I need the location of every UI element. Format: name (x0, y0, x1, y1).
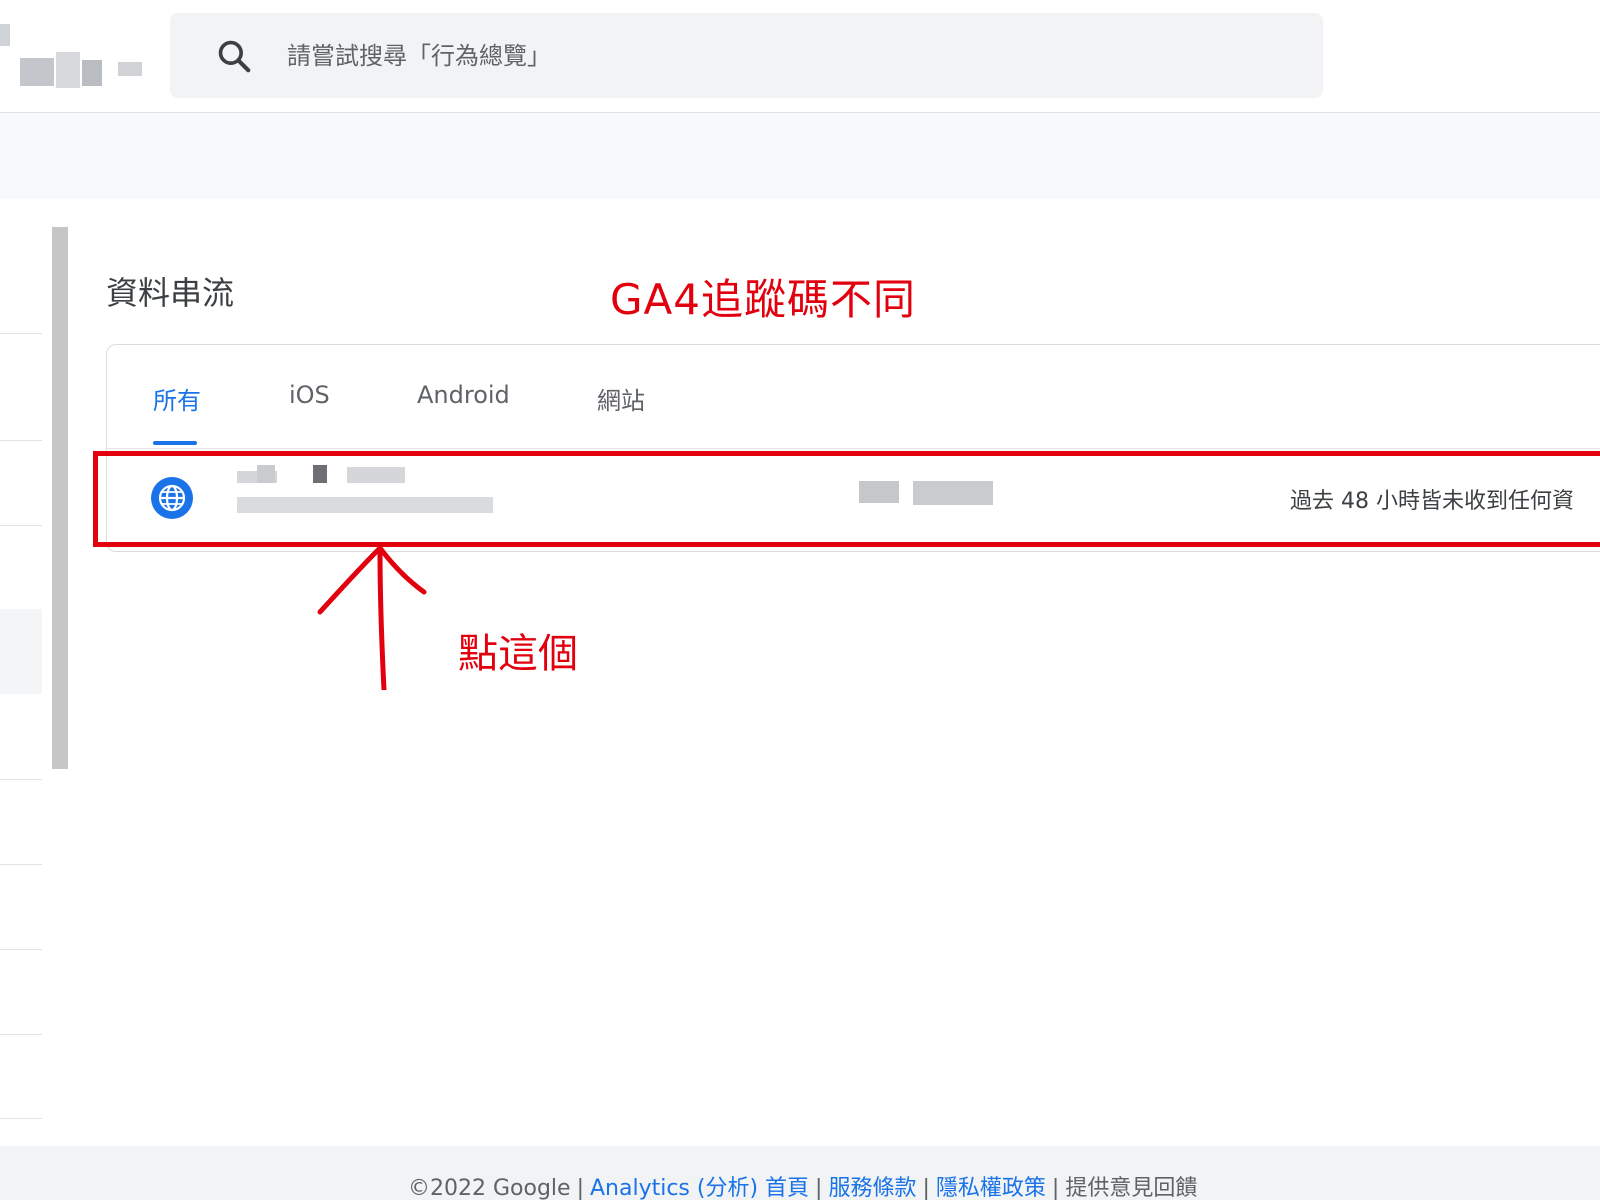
tab-web[interactable]: 網站 (597, 381, 645, 416)
footer-link-privacy[interactable]: 隱私權政策 (936, 1176, 1046, 1200)
search-input[interactable] (285, 35, 1189, 77)
stream-tabs: 所有 iOS Android 網站 (107, 345, 1600, 449)
footer-link-home[interactable]: Analytics (分析) 首頁 (590, 1176, 809, 1200)
search-icon[interactable] (215, 37, 253, 75)
search-bar[interactable] (170, 13, 1323, 98)
footer: ©2022 Google | Analytics (分析) 首頁 | 服務條款 | 隱私權政… (0, 1146, 1600, 1200)
footer-link-terms[interactable]: 服務條款 (828, 1176, 916, 1200)
active-tab-indicator (153, 441, 197, 445)
left-nav (0, 199, 42, 1119)
annotation-highlight-box (93, 451, 1600, 547)
tab-android[interactable]: Android (417, 381, 510, 409)
account-logo-blurred[interactable] (0, 18, 145, 94)
tab-all[interactable]: 所有 (153, 381, 201, 416)
nav-divider (0, 779, 42, 780)
nav-divider (0, 333, 42, 334)
nav-divider (0, 1118, 42, 1119)
nav-divider (0, 1034, 42, 1035)
annotation-label: GA4追蹤碼不同 (610, 275, 916, 324)
nav-divider (0, 864, 42, 865)
top-bar (0, 0, 1600, 113)
annotation-click-label: 點這個 (458, 631, 578, 677)
nav-divider (0, 525, 42, 526)
analytics-admin-page: 資料串流 GA4追蹤碼不同 所有 iOS Android 網站 (0, 0, 1600, 1200)
sidebar-scrollbar[interactable] (52, 227, 68, 769)
page-title: 資料串流 (106, 274, 235, 312)
copyright-text: ©2022 Google (408, 1176, 571, 1200)
header-band (0, 113, 1600, 199)
footer-feedback[interactable]: 提供意見回饋 (1065, 1176, 1197, 1200)
annotation-arrow-icon (317, 545, 427, 690)
nav-item-selected[interactable] (0, 609, 42, 694)
tab-ios[interactable]: iOS (289, 381, 330, 409)
footer-links: ©2022 Google | Analytics (分析) 首頁 | 服務條款 | 隱私權政… (408, 1176, 1198, 1200)
nav-divider (0, 949, 42, 950)
nav-divider (0, 440, 42, 441)
